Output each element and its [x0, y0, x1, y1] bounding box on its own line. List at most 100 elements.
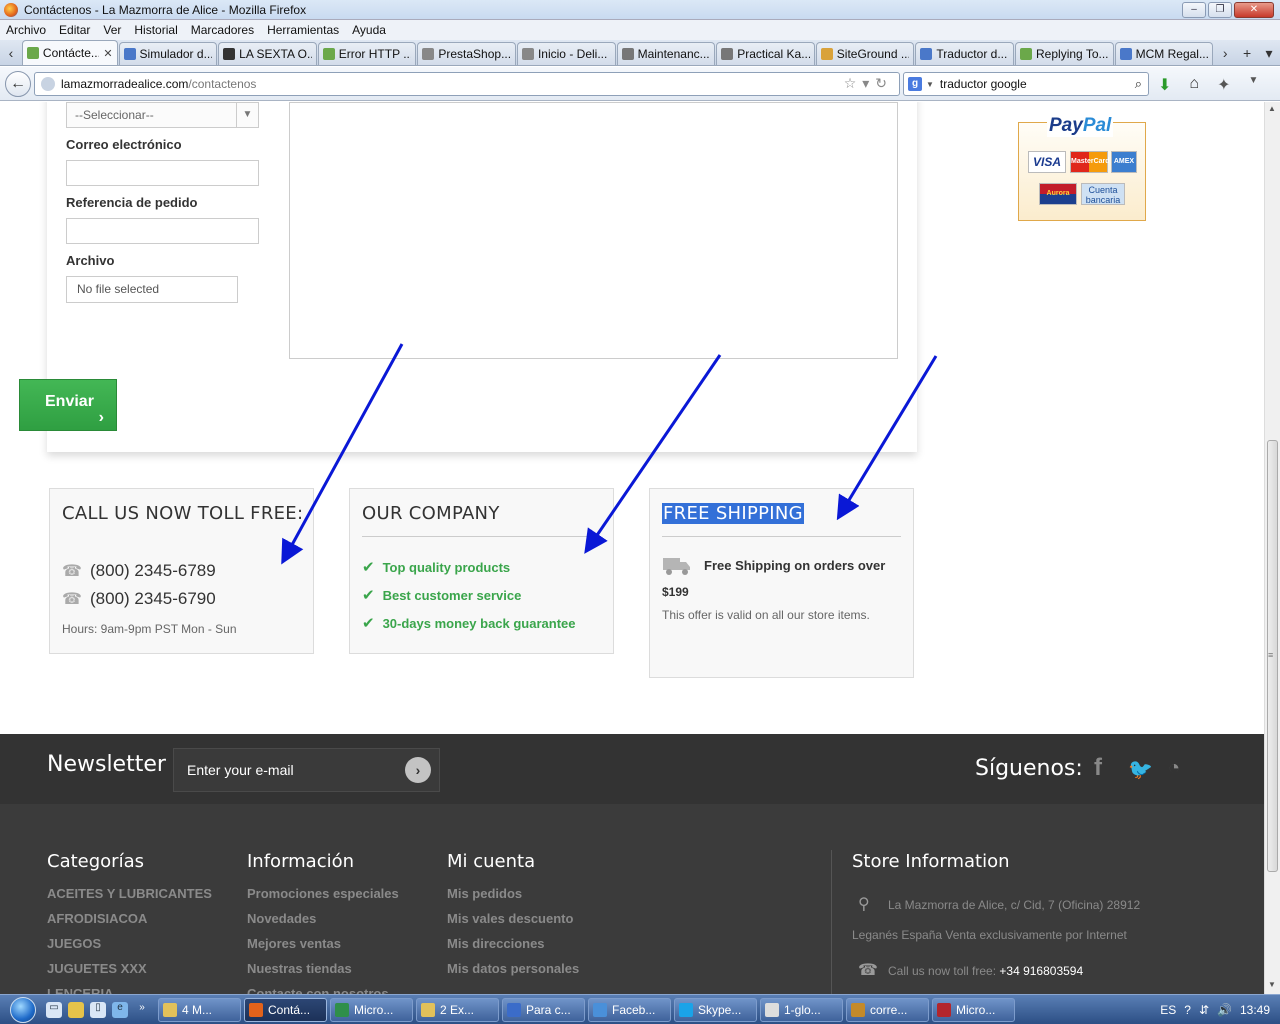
tab-inicio-deli[interactable]: Inicio - Deli... [516, 42, 616, 65]
tab-la-sexta[interactable]: LA SEXTA O... [218, 42, 317, 65]
download-arrow-icon[interactable]: ⬇ [1158, 75, 1171, 95]
taskbar-app-icon [249, 1002, 263, 1017]
help-icon[interactable]: ? [1184, 1003, 1191, 1017]
footer-link[interactable]: AFRODISIACOA [47, 911, 212, 926]
maximize-button[interactable]: ❐ [1208, 2, 1232, 18]
tab-prestashop[interactable]: PrestaShop... [417, 42, 516, 65]
chevron-down-icon[interactable]: ▼ [236, 103, 258, 127]
footer-link[interactable]: Mis datos personales [447, 961, 579, 976]
footer-link[interactable]: Mis direcciones [447, 936, 579, 951]
volume-icon[interactable]: 🔊 [1217, 1003, 1232, 1017]
new-tab-button[interactable]: + [1236, 41, 1258, 65]
more-chevron-icon[interactable]: » [134, 1002, 150, 1018]
home-icon[interactable]: ⌂ [1189, 75, 1199, 95]
addon-icon[interactable]: ✦ [1217, 75, 1230, 95]
menu-chevron-icon[interactable]: ▼ [1248, 75, 1258, 95]
taskbar-item[interactable]: Para c... [502, 997, 585, 1022]
taskbar-app-icon [679, 1002, 693, 1017]
clock[interactable]: 13:49 [1240, 1003, 1270, 1017]
bookmark-star-icon[interactable]: ☆▾↻ [844, 75, 893, 92]
file-upload-input[interactable]: No file selected [66, 276, 238, 303]
taskbar-app-icon [937, 1002, 951, 1017]
taskbar-item[interactable]: Micro... [330, 997, 413, 1022]
taskbar-item[interactable]: Faceb... [588, 997, 671, 1022]
tabs-scroll-right-button[interactable]: › [1214, 41, 1236, 65]
rss-icon[interactable]: ◔ [1168, 757, 1180, 780]
tab-label: Inicio - Deli... [537, 47, 608, 61]
taskbar-item-firefox[interactable]: Contá... [244, 997, 327, 1022]
footer-divider [831, 850, 832, 994]
minimize-button[interactable]: – [1182, 2, 1206, 18]
newsletter-email-input[interactable]: Enter your e-mail [173, 748, 440, 792]
tab-replying[interactable]: Replying To... [1015, 42, 1114, 65]
menu-archivo[interactable]: Archivo [0, 23, 53, 37]
taskbar-item[interactable]: 2 Ex... [416, 997, 499, 1022]
newsletter-submit-button[interactable]: › [405, 757, 431, 783]
tab-traductor[interactable]: Traductor d... [915, 42, 1015, 65]
list-tabs-button[interactable]: ▾ [1258, 41, 1280, 65]
back-button[interactable]: ← [5, 71, 31, 97]
taskbar-item[interactable]: Micro... [932, 997, 1015, 1022]
message-textarea[interactable] [289, 102, 898, 359]
tab-contactenos[interactable]: Contácte... ✕ [21, 40, 118, 65]
page-scrollbar[interactable]: ▲ ≡ ▼ [1264, 102, 1280, 994]
menu-herramientas[interactable]: Herramientas [261, 23, 346, 37]
search-icon[interactable]: ⌕ [1135, 76, 1142, 92]
send-button[interactable]: Enviar › [19, 379, 117, 431]
language-indicator[interactable]: ES [1160, 1003, 1176, 1017]
facebook-icon[interactable]: f [1094, 754, 1102, 782]
footer-link[interactable]: Promociones especiales [247, 886, 399, 901]
show-desktop-icon[interactable]: ▭ [46, 1001, 62, 1018]
tab-simulador[interactable]: Simulador d... [118, 42, 218, 65]
taskbar-item[interactable]: Skype... [674, 997, 757, 1022]
taskbar-item[interactable]: 4 M... [158, 997, 241, 1022]
start-button[interactable] [0, 995, 46, 1024]
tab-favicon-icon [621, 48, 634, 60]
menu-marcadores[interactable]: Marcadores [185, 23, 261, 37]
chrome-icon[interactable] [68, 1001, 84, 1018]
tabs-scroll-left-button[interactable]: ‹ [0, 41, 22, 65]
footer-link[interactable]: Mejores ventas [247, 936, 399, 951]
footer-link[interactable]: JUEGOS [47, 936, 212, 951]
menu-ayuda[interactable]: Ayuda [346, 23, 393, 37]
order-reference-field[interactable] [66, 218, 259, 244]
footer-link[interactable]: Contacte con nosotros [247, 986, 399, 994]
footer-link[interactable]: Nuestras tiendas [247, 961, 399, 976]
scroll-up-icon[interactable]: ▲ [1268, 104, 1276, 113]
menu-bar: Archivo Editar Ver Historial Marcadores … [0, 20, 1280, 40]
tab-favicon-icon [521, 48, 534, 60]
truck-icon [663, 558, 690, 575]
tab-practical[interactable]: Practical Ka... [716, 42, 815, 65]
footer-link[interactable]: ACEITES Y LUBRICANTES [47, 886, 212, 901]
menu-historial[interactable]: Historial [128, 23, 184, 37]
tab-maintenance[interactable]: Maintenanc... [616, 42, 716, 65]
scroll-down-icon[interactable]: ▼ [1268, 980, 1276, 989]
email-field[interactable] [66, 160, 259, 186]
subject-select[interactable]: --Seleccionar-- ▼ [66, 102, 259, 128]
footer-link[interactable]: Novedades [247, 911, 399, 926]
taskbar-item[interactable]: 1-glo... [760, 997, 843, 1022]
footer-link[interactable]: Mis vales descuento [447, 911, 579, 926]
chevron-down-icon[interactable]: ▼ [926, 80, 934, 89]
footer-link[interactable]: JUGUETES XXX [47, 961, 212, 976]
footer-information-title: Información [247, 851, 355, 872]
site-identity-icon[interactable] [41, 77, 55, 91]
menu-editar[interactable]: Editar [53, 23, 97, 37]
google-engine-icon[interactable]: g [908, 77, 922, 91]
footer-link[interactable]: Mis pedidos [447, 886, 579, 901]
footer-link[interactable]: LENCERIA [47, 986, 212, 994]
url-bar[interactable]: lamazmorradealice.com/contactenos ☆▾↻ [34, 72, 900, 96]
device-icon[interactable]: ▯ [90, 1001, 106, 1018]
search-bar[interactable]: g ▼ traductor google ⌕ [903, 72, 1149, 96]
twitter-icon[interactable]: 🐦 [1128, 757, 1153, 782]
tab-mcm-regal[interactable]: MCM Regal... [1114, 42, 1214, 65]
tab-siteground[interactable]: SiteGround ... [815, 42, 915, 65]
network-icon[interactable]: ⇵ [1199, 1003, 1209, 1017]
close-tab-icon[interactable]: ✕ [103, 47, 112, 60]
bank-account-icon: Cuenta bancaria [1081, 183, 1125, 205]
menu-ver[interactable]: Ver [97, 23, 128, 37]
tab-error-http[interactable]: Error HTTP ... [317, 42, 417, 65]
taskbar-item[interactable]: corre... [846, 997, 929, 1022]
close-window-button[interactable]: ✕ [1234, 2, 1274, 18]
ie-icon[interactable]: e [112, 1001, 128, 1018]
